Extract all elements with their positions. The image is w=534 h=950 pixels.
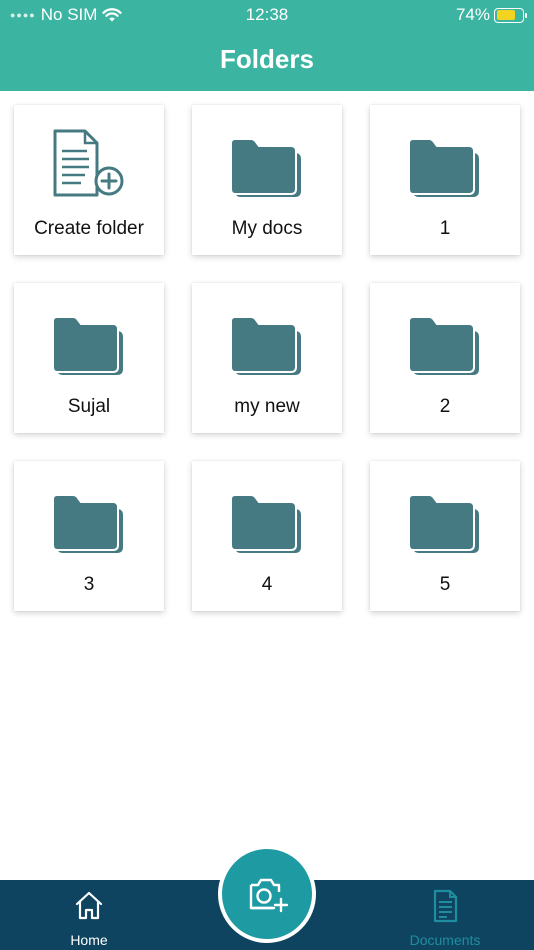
status-bar: ●●●● No SIM 12:38 74% — [0, 0, 534, 30]
folder-icon — [407, 129, 483, 201]
status-time: 12:38 — [245, 5, 289, 24]
home-icon — [75, 891, 103, 920]
battery-icon — [494, 7, 527, 23]
page-title: Folders — [220, 44, 314, 74]
folder-icon — [51, 307, 127, 379]
top-header: ●●●● No SIM 12:38 74% Folders — [0, 0, 534, 91]
folder-label: Sujal — [67, 396, 111, 417]
document-icon — [433, 889, 458, 923]
tab-home[interactable]: Home — [29, 880, 149, 950]
folder-label: Create folder — [34, 218, 144, 239]
battery-level-fill — [496, 10, 515, 20]
folder-icon — [229, 129, 305, 201]
battery-percent: 74% — [455, 5, 490, 24]
camera-add-icon — [249, 878, 288, 913]
tab-documents-label: Documents — [409, 932, 481, 948]
folder-icon — [229, 307, 305, 379]
folder-icon — [51, 485, 127, 557]
tab-documents[interactable]: Documents — [385, 880, 505, 950]
folder-card[interactable]: 2 — [370, 283, 520, 433]
tab-home-label: Home — [70, 932, 108, 948]
battery-indicator: 74% — [455, 5, 527, 25]
folder-grid: Create folder My docs 1 Sujal my new 2 3 4 5 — [14, 105, 520, 611]
folder-label: my new — [234, 396, 300, 417]
folder-card[interactable]: My docs — [192, 105, 342, 255]
folder-card[interactable]: Sujal — [14, 283, 164, 433]
folder-label: 1 — [439, 218, 451, 239]
folder-icon — [407, 307, 483, 379]
folder-card[interactable]: 1 — [370, 105, 520, 255]
folder-label: 5 — [439, 574, 451, 595]
folder-label: My docs — [231, 218, 303, 239]
folder-label: 4 — [261, 574, 273, 595]
folder-card[interactable]: 5 — [370, 461, 520, 611]
create-folder-button[interactable]: Create folder — [14, 105, 164, 255]
folder-label: 2 — [439, 396, 451, 417]
folder-label: 3 — [83, 574, 95, 595]
folder-card[interactable]: 4 — [192, 461, 342, 611]
create-folder-icon — [51, 129, 127, 201]
scan-camera-button[interactable] — [218, 845, 316, 943]
folder-card[interactable]: my new — [192, 283, 342, 433]
folder-icon — [407, 485, 483, 557]
folder-icon — [229, 485, 305, 557]
folder-card[interactable]: 3 — [14, 461, 164, 611]
